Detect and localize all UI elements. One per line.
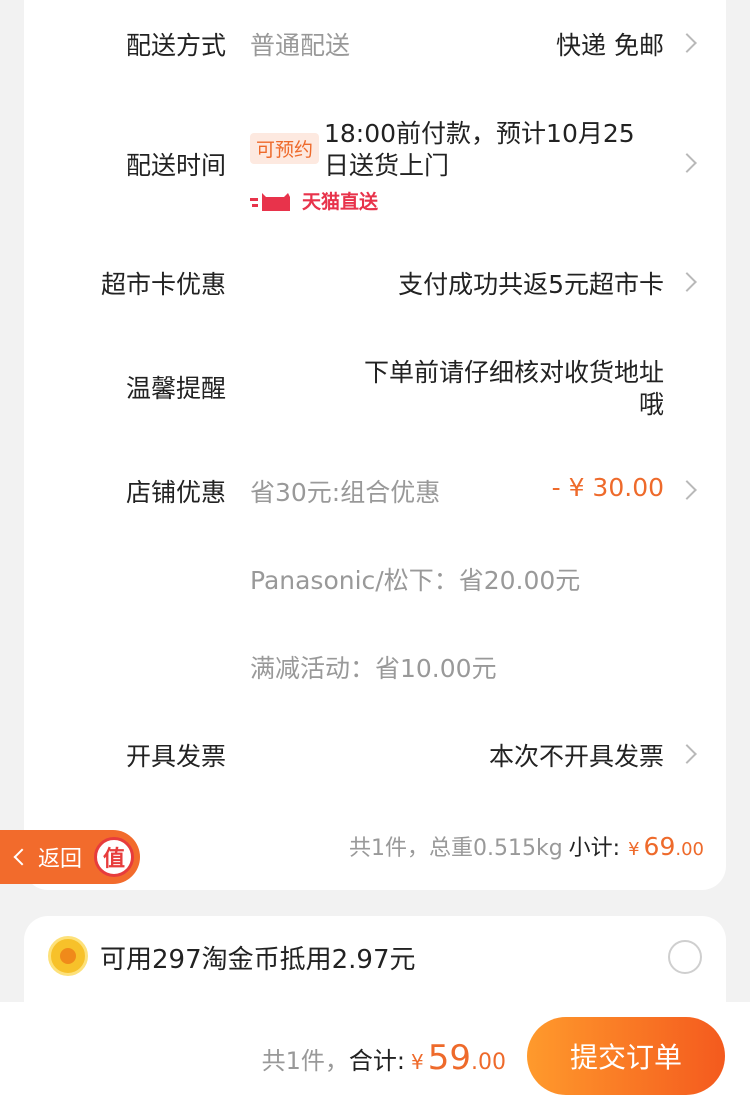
subtotal-label: 小计: [568,836,621,861]
delivery-method-value: 普通配送 [250,31,351,60]
invoice-value: 本次不开具发票 [488,742,664,771]
subtotal-summary: 共1件，总重0.515kg [348,836,563,861]
supermarket-card-label: 超市卡优惠 [100,270,226,299]
total-line: 共1件， 合计: ¥ 59 .00 [262,1038,506,1078]
coin-offset-text: 可用297淘金币抵用2.97元 [100,945,416,975]
reminder-line2: 哦 [638,390,664,419]
total-currency: ¥ [411,1050,424,1074]
tmall-logo-icon [250,192,290,211]
tmall-direct-text: 天猫直送 [302,191,379,213]
coin-radio-button[interactable] [668,940,702,974]
back-button[interactable]: 返回 值 [0,830,140,884]
submit-order-button[interactable]: 提交订单 [527,1017,725,1095]
total-count: 共1件， [261,1047,349,1075]
delivery-method-detail: 快递 免邮 [556,31,664,60]
subtotal-decimal: .00 [675,839,704,860]
total-decimal: .00 [471,1050,506,1075]
back-label: 返回 [38,847,83,872]
invoice-label: 开具发票 [125,742,226,771]
delivery-time-label: 配送时间 [125,151,226,180]
reminder-label: 温馨提醒 [125,374,226,403]
delivery-time-line2: 日送货上门 [324,151,450,180]
gold-coin-icon [48,936,88,976]
delivery-method-label: 配送方式 [125,31,226,60]
store-discount-label: 店铺优惠 [125,478,226,507]
tmall-direct-badge: 天猫直送 [250,187,378,214]
reservable-tag: 可预约 [250,133,320,164]
subtotal-currency: ¥ [628,839,640,860]
store-discount-detail: 满减活动：省10.00元 [250,654,497,683]
reminder-line1: 下单前请仔细核对收货地址 [363,358,664,387]
total-integer: 59 [427,1038,471,1078]
supermarket-card-value: 支付成功共返5元超市卡 [398,270,664,299]
chevron-left-icon [13,848,31,866]
subtotal-line: 共1件，总重0.515kg 小计: ¥ 69 .00 [349,830,704,862]
zhi-badge-icon: 值 [94,837,134,877]
store-discount-detail: Panasonic/松下：省20.00元 [250,566,581,595]
total-label: 合计: [348,1047,405,1075]
delivery-time-line1: 18:00前付款，预计10月25 [324,119,635,148]
subtotal-integer: 69 [643,832,676,861]
store-discount-amount: - ¥ 30.00 [551,473,664,502]
store-discount-value: 省30元:组合优惠 [250,478,441,507]
